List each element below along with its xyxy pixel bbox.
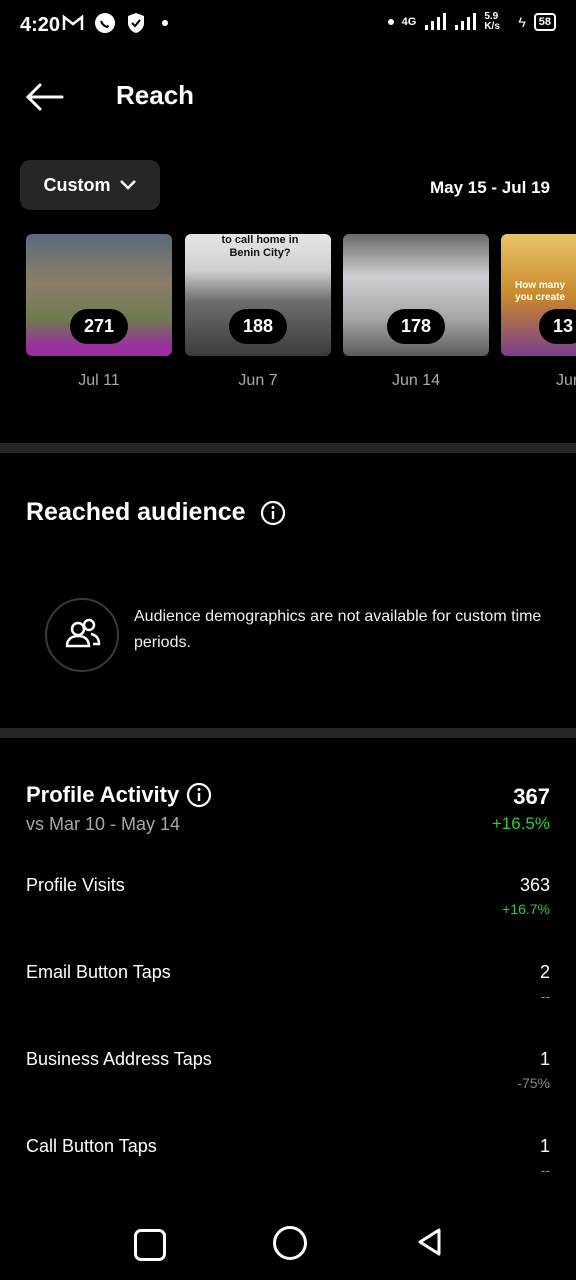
date-filter-dropdown[interactable]: Custom [20, 160, 160, 210]
metric-value: 1 [539, 1136, 550, 1156]
post-reach-count: 188 [228, 309, 288, 344]
post-thumbnail[interactable]: 178 [343, 234, 489, 356]
metric-delta: -75% [517, 1075, 550, 1091]
section-divider [0, 728, 576, 738]
notification-dot-icon [162, 20, 168, 26]
post-date: Jun 7 [238, 372, 278, 389]
thumbnail-caption: to call home in Benin City? [221, 234, 299, 259]
profile-activity-title: Profile Activity [26, 782, 180, 807]
data-speed: 5.9 K/s [484, 11, 500, 32]
post-thumbnail[interactable]: How many you create 13 [501, 234, 576, 356]
profile-activity-total: 367 [513, 784, 550, 809]
profile-activity-delta: +16.5% [491, 814, 550, 833]
date-range: May 15 - Jul 19 [429, 178, 550, 197]
post-thumbnail[interactable]: 271 [26, 234, 172, 356]
home-button[interactable] [273, 1226, 307, 1260]
chevron-down-icon [119, 180, 136, 190]
network-type: 4G [401, 16, 417, 28]
thumbnail-caption: How many you create [515, 280, 566, 303]
post-reach-count: 13 [538, 309, 576, 344]
post-date: Jul 11 [78, 372, 120, 389]
metric-value: 2 [539, 962, 550, 982]
signal-icon [425, 13, 447, 30]
metric-label: Call Button Taps [26, 1136, 157, 1156]
back-arrow-icon[interactable] [24, 82, 64, 112]
metric-label: Email Button Taps [26, 962, 171, 982]
shield-icon [128, 13, 144, 33]
metric-label: Business Address Taps [26, 1049, 212, 1069]
comparison-period: vs Mar 10 - May 14 [26, 814, 181, 834]
audience-unavailable-message: Audience demographics are not available … [134, 608, 542, 651]
dot-icon [387, 19, 394, 25]
charging-icon: ϟ [518, 14, 526, 30]
battery-level: 58 [533, 13, 556, 31]
post-date: Jun 14 [391, 372, 441, 389]
info-icon[interactable] [186, 782, 212, 808]
signal-icon-2 [455, 13, 477, 30]
whatsapp-icon [95, 13, 115, 33]
reached-audience-title: Reached audience [26, 498, 246, 526]
metric-delta: -- [540, 1162, 550, 1178]
metric-value: 1 [539, 1049, 550, 1069]
date-filter-label: Custom [43, 174, 111, 195]
metric-value: 363 [519, 875, 550, 895]
post-reach-count: 271 [69, 309, 129, 344]
post-reach-count: 178 [386, 309, 446, 344]
metric-delta: +16.7% [502, 901, 550, 917]
metric-label: Profile Visits [26, 875, 125, 895]
metric-delta: -- [540, 988, 550, 1004]
people-icon [65, 618, 101, 648]
post-thumbnail[interactable]: to call home in Benin City? 188 [185, 234, 331, 356]
post-date: Jun [556, 372, 576, 389]
status-time: 4:20 [20, 14, 61, 36]
info-icon[interactable] [260, 500, 286, 526]
section-divider [0, 443, 576, 453]
audience-icon-wrap [45, 598, 119, 672]
nav-back-icon[interactable] [414, 1226, 446, 1258]
recent-apps-button[interactable] [134, 1229, 166, 1261]
page-title: Reach [116, 80, 195, 110]
status-right: 4G 5.9 K/s ϟ 58 [387, 11, 556, 32]
status-left-icons [62, 12, 168, 34]
gmail-icon [62, 14, 84, 30]
